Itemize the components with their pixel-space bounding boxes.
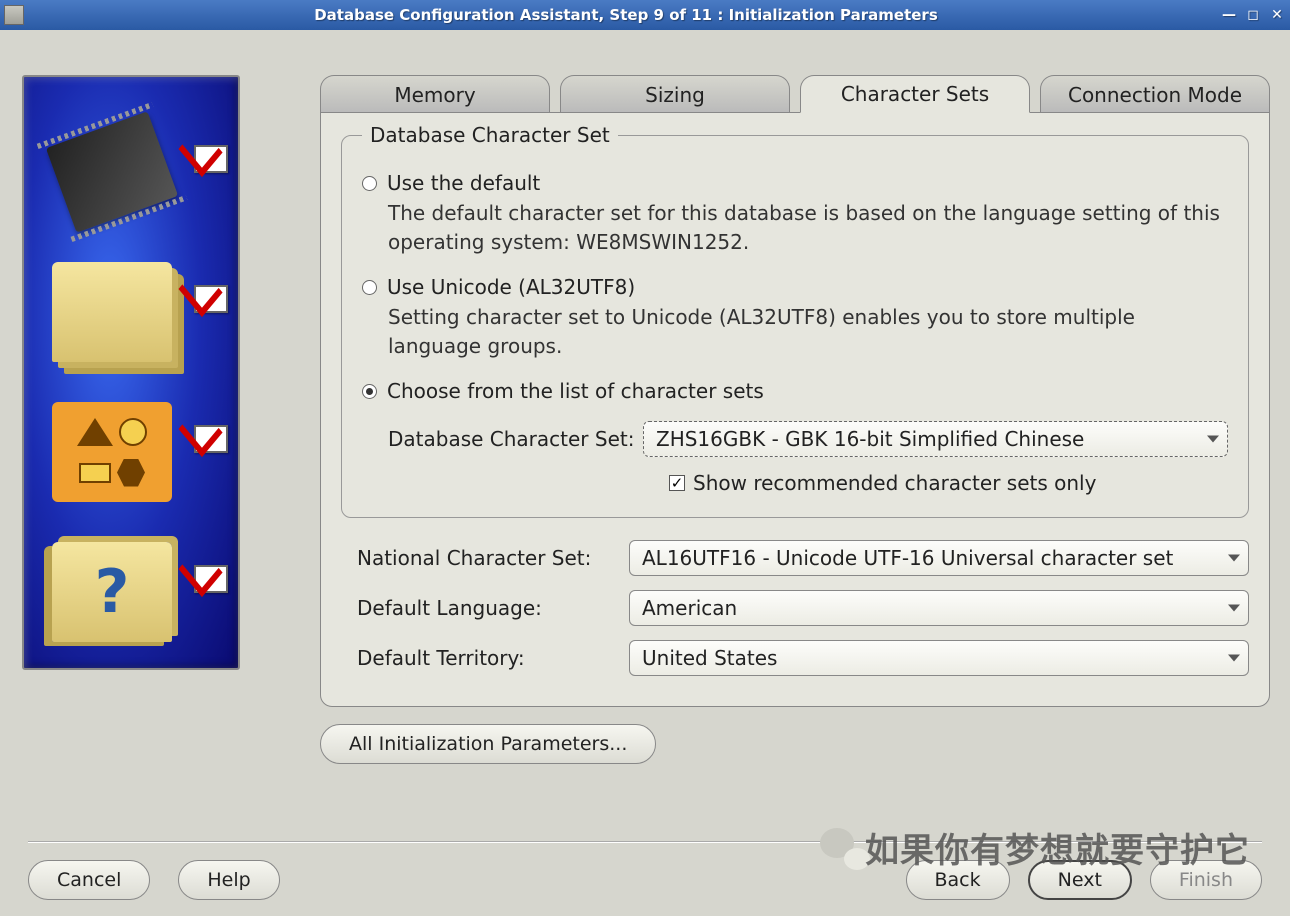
tab-character-sets[interactable]: Character Sets: [800, 75, 1030, 113]
radio-use-default-label: Use the default: [387, 171, 540, 195]
app-icon: [4, 5, 24, 25]
window-title: Database Configuration Assistant, Step 9…: [32, 6, 1220, 24]
help-button[interactable]: Help: [178, 860, 279, 900]
cancel-button[interactable]: Cancel: [28, 860, 150, 900]
default-territory-label: Default Territory:: [357, 646, 629, 670]
national-charset-label: National Character Set:: [357, 546, 629, 570]
chevron-down-icon: [1207, 436, 1219, 443]
chevron-down-icon: [1228, 555, 1240, 562]
default-language-select[interactable]: American: [629, 590, 1249, 626]
radio-use-default[interactable]: [362, 176, 377, 191]
default-territory-value: United States: [642, 646, 777, 670]
radio-use-unicode-label: Use Unicode (AL32UTF8): [387, 275, 635, 299]
radio-use-unicode[interactable]: [362, 280, 377, 295]
back-button[interactable]: Back: [906, 860, 1010, 900]
step-check-icon: [194, 425, 228, 453]
folders-icon: [52, 262, 172, 362]
minimize-button[interactable]: —: [1220, 7, 1238, 23]
chevron-down-icon: [1228, 655, 1240, 662]
show-recommended-label: Show recommended character sets only: [693, 471, 1096, 495]
step-check-icon: [194, 285, 228, 313]
tab-connection-mode[interactable]: Connection Mode: [1040, 75, 1270, 113]
db-charset-select[interactable]: ZHS16GBK - GBK 16-bit Simplified Chinese: [643, 421, 1228, 457]
default-language-label: Default Language:: [357, 596, 629, 620]
footer-separator: [28, 841, 1262, 842]
radio-choose-list[interactable]: [362, 384, 377, 399]
step-check-icon: [194, 565, 228, 593]
default-language-value: American: [642, 596, 737, 620]
wizard-graphic: ?: [22, 75, 240, 670]
database-character-set-group: Database Character Set Use the default T…: [341, 123, 1249, 518]
national-charset-value: AL16UTF16 - Unicode UTF-16 Universal cha…: [642, 546, 1173, 570]
default-territory-select[interactable]: United States: [629, 640, 1249, 676]
use-unicode-description: Setting character set to Unicode (AL32UT…: [388, 303, 1228, 361]
tab-sizing[interactable]: Sizing: [560, 75, 790, 113]
db-charset-label: Database Character Set:: [388, 427, 643, 451]
db-charset-value: ZHS16GBK - GBK 16-bit Simplified Chinese: [656, 427, 1084, 451]
use-default-description: The default character set for this datab…: [388, 199, 1228, 257]
chevron-down-icon: [1228, 605, 1240, 612]
all-init-params-button[interactable]: All Initialization Parameters...: [320, 724, 656, 764]
next-button[interactable]: Next: [1028, 860, 1132, 900]
help-folder-icon: ?: [52, 542, 172, 642]
group-legend: Database Character Set: [362, 123, 618, 147]
national-charset-select[interactable]: AL16UTF16 - Unicode UTF-16 Universal cha…: [629, 540, 1249, 576]
wizard-sidebar: ?: [0, 75, 250, 830]
main-panel: Memory Sizing Character Sets Connection …: [250, 75, 1290, 830]
tab-memory[interactable]: Memory: [320, 75, 550, 113]
tab-panel-character-sets: Database Character Set Use the default T…: [320, 112, 1270, 707]
tab-bar: Memory Sizing Character Sets Connection …: [320, 75, 1270, 113]
show-recommended-checkbox[interactable]: [669, 475, 685, 491]
chip-icon: [46, 111, 178, 233]
wizard-footer: Cancel Help Back Next Finish: [0, 841, 1290, 900]
maximize-button[interactable]: ◻: [1244, 7, 1262, 23]
step-check-icon: [194, 145, 228, 173]
radio-choose-list-label: Choose from the list of character sets: [387, 379, 764, 403]
close-button[interactable]: ✕: [1268, 7, 1286, 23]
finish-button[interactable]: Finish: [1150, 860, 1262, 900]
shapes-icon: [52, 402, 172, 502]
titlebar: Database Configuration Assistant, Step 9…: [0, 0, 1290, 30]
